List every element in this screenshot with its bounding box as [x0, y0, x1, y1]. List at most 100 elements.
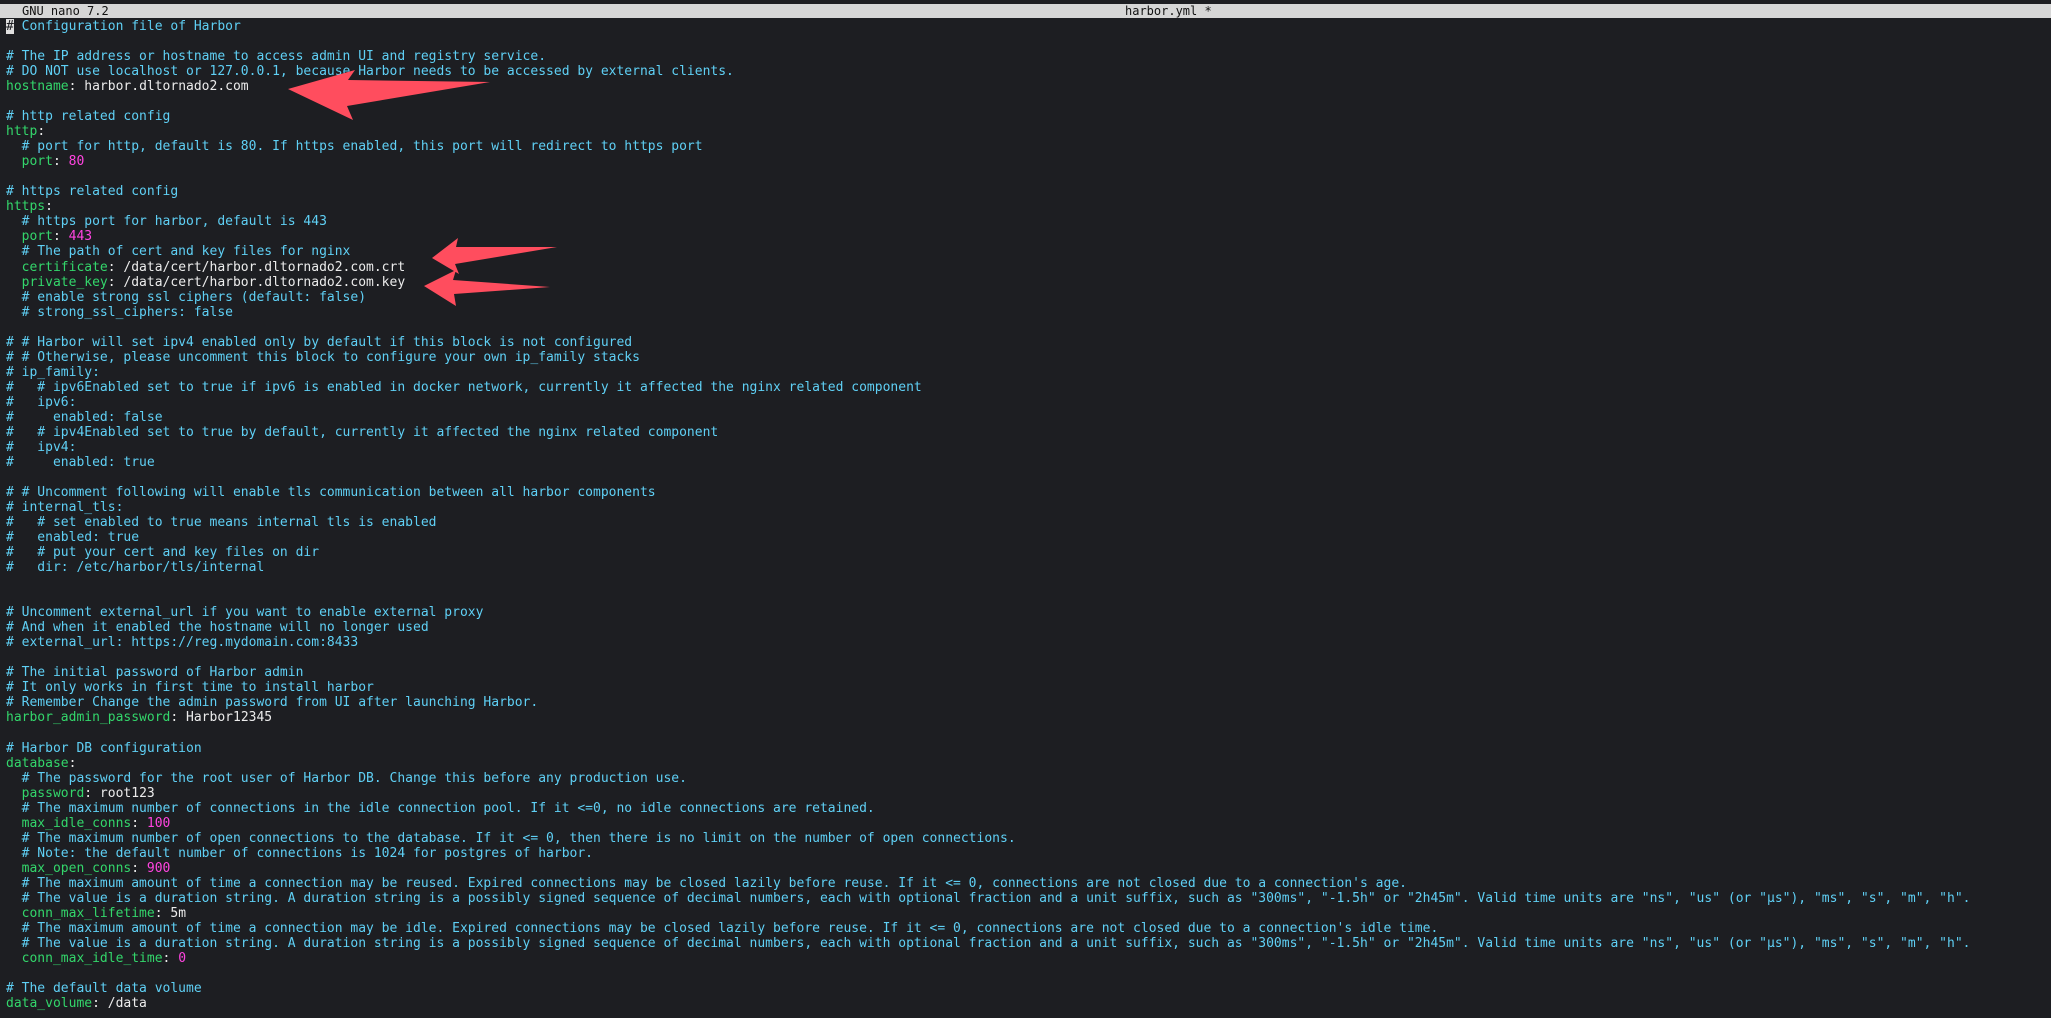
editor-line: http: — [6, 124, 2051, 139]
line-segment: # # ipv4Enabled set to true by default, … — [6, 424, 719, 440]
line-segment: # The path of cert and key files for ngi… — [6, 244, 351, 260]
line-segment: conn_max_lifetime — [6, 905, 155, 921]
line-segment: # # put your cert and key files on dir — [6, 545, 320, 561]
editor-line: max_open_conns: 900 — [6, 861, 2051, 876]
line-segment: : 5m — [154, 905, 187, 921]
line-segment: data_volume — [6, 996, 93, 1012]
line-segment: database — [6, 755, 69, 771]
editor-line: # strong_ssl_ciphers: false — [6, 305, 2051, 320]
line-segment: # The default data volume — [6, 981, 202, 996]
editor-line: # https related config — [6, 184, 2051, 199]
editor-line: # And when it enabled the hostname will … — [6, 620, 2051, 635]
line-segment: # strong_ssl_ciphers: false — [6, 304, 233, 320]
line-segment: : harbor.dltornado2.com — [68, 79, 249, 95]
line-segment: # enabled: true — [6, 454, 155, 470]
line-segment: # It only works in first time to install… — [6, 680, 374, 696]
line-segment: : — [162, 950, 179, 966]
line-segment: http — [6, 124, 38, 140]
editor-line: harbor_admin_password: Harbor12345 — [6, 710, 2051, 725]
line-segment: harbor_admin_password — [6, 710, 171, 726]
editor-line: # ipv6: — [6, 395, 2051, 410]
line-segment: # DO NOT use localhost or 127.0.0.1, bec… — [6, 64, 734, 80]
line-segment: # port for http, default is 80. If https… — [6, 139, 703, 155]
line-segment: : — [37, 124, 46, 140]
line-segment: hostname — [6, 79, 69, 95]
editor-line: # # Otherwise, please uncomment this blo… — [6, 350, 2051, 365]
editor-line: # enabled: true — [6, 530, 2051, 545]
line-segment: : root123 — [84, 785, 155, 801]
editor-line: # The maximum amount of time a connectio… — [6, 876, 2051, 891]
editor-line: # # ipv4Enabled set to true by default, … — [6, 425, 2051, 440]
line-segment: # # Harbor will set ipv4 enabled only by… — [6, 334, 633, 350]
editor-line: # The maximum number of connections in t… — [6, 801, 2051, 816]
editor-line: # internal_tls: — [6, 500, 2051, 515]
line-segment: : — [45, 199, 53, 215]
line-segment: : — [52, 229, 69, 245]
line-segment: Configuration file of Harbor — [13, 19, 241, 34]
line-segment: # # Uncomment following will enable tls … — [6, 484, 656, 500]
editor-line: # Harbor DB configuration — [6, 741, 2051, 756]
line-segment: 900 — [146, 860, 171, 876]
line-segment: # # set enabled to true means internal t… — [6, 515, 437, 531]
line-segment: # The initial password of Harbor admin — [6, 665, 304, 681]
line-segment: : — [131, 860, 147, 876]
line-segment: certificate — [6, 259, 108, 275]
editor-line: port: 80 — [6, 154, 2051, 169]
line-segment: port — [6, 229, 53, 245]
line-segment: 443 — [68, 229, 93, 245]
line-segment: # The maximum number of connections in t… — [6, 800, 875, 816]
editor-line: port: 443 — [6, 229, 2051, 244]
editor-line: # enabled: true — [6, 455, 2051, 470]
line-segment: # ipv6: — [6, 394, 77, 410]
editor-line: # The maximum amount of time a connectio… — [6, 921, 2051, 936]
nano-title-bar: GNU nano 7.2 harbor.yml * — [0, 4, 2051, 18]
editor-line: data_volume: /data — [6, 996, 2051, 1011]
editor-line: hostname: harbor.dltornado2.com — [6, 79, 2051, 94]
line-segment: # The maximum amount of time a connectio… — [6, 875, 1407, 891]
line-segment: # The maximum number of open connections… — [6, 830, 1016, 846]
line-segment: # Uncomment external_url if you want to … — [6, 605, 484, 621]
editor-line: # enable strong ssl ciphers (default: fa… — [6, 290, 2051, 305]
editor-line: # ipv4: — [6, 440, 2051, 455]
editor-line: # # Uncomment following will enable tls … — [6, 485, 2051, 500]
line-segment: # https port for harbor, default is 443 — [6, 214, 327, 230]
line-segment: private_key — [6, 274, 108, 290]
line-segment: : Harbor12345 — [170, 710, 273, 726]
editor-line: password: root123 — [6, 786, 2051, 801]
line-segment: # enabled: true — [6, 530, 140, 546]
editor-line: conn_max_lifetime: 5m — [6, 906, 2051, 921]
line-segment: conn_max_idle_time — [6, 950, 163, 966]
editor-line: # enabled: false — [6, 410, 2051, 425]
line-segment: # # Otherwise, please uncomment this blo… — [6, 349, 640, 365]
editor-line: # https port for harbor, default is 443 — [6, 214, 2051, 229]
editor-line: https: — [6, 199, 2051, 214]
editor-line: max_idle_conns: 100 — [6, 816, 2051, 831]
editor-line: # Remember Change the admin password fro… — [6, 695, 2051, 710]
line-segment: # The password for the root user of Harb… — [6, 770, 687, 786]
editor-line: # # ipv6Enabled set to true if ipv6 is e… — [6, 380, 2051, 395]
line-segment: # The value is a duration string. A dura… — [6, 935, 1971, 951]
line-segment: max_idle_conns — [6, 815, 132, 831]
line-segment: # Note: the default number of connection… — [6, 845, 593, 861]
editor-version: GNU nano 7.2 — [22, 4, 109, 18]
line-segment: # ip_family: — [6, 364, 100, 380]
editor-line: # Configuration file of Harbor — [6, 19, 2051, 34]
editor-line: # DO NOT use localhost or 127.0.0.1, bec… — [6, 64, 2051, 79]
editor-line: # ip_family: — [6, 365, 2051, 380]
editor-line: # The default data volume — [6, 981, 2051, 996]
line-segment: 100 — [146, 815, 171, 831]
line-segment: : — [131, 815, 147, 831]
line-segment: # Harbor DB configuration — [6, 740, 202, 756]
line-segment: : /data/cert/harbor.dltornado2.com.key — [107, 274, 406, 290]
editor-line: # # set enabled to true means internal t… — [6, 515, 2051, 530]
line-segment: : /data — [92, 996, 147, 1012]
text-editor-area[interactable]: # Configuration file of Harbor # The IP … — [6, 19, 2051, 1011]
line-segment: max_open_conns — [6, 860, 132, 876]
line-segment: # The IP address or hostname to access a… — [6, 49, 547, 65]
